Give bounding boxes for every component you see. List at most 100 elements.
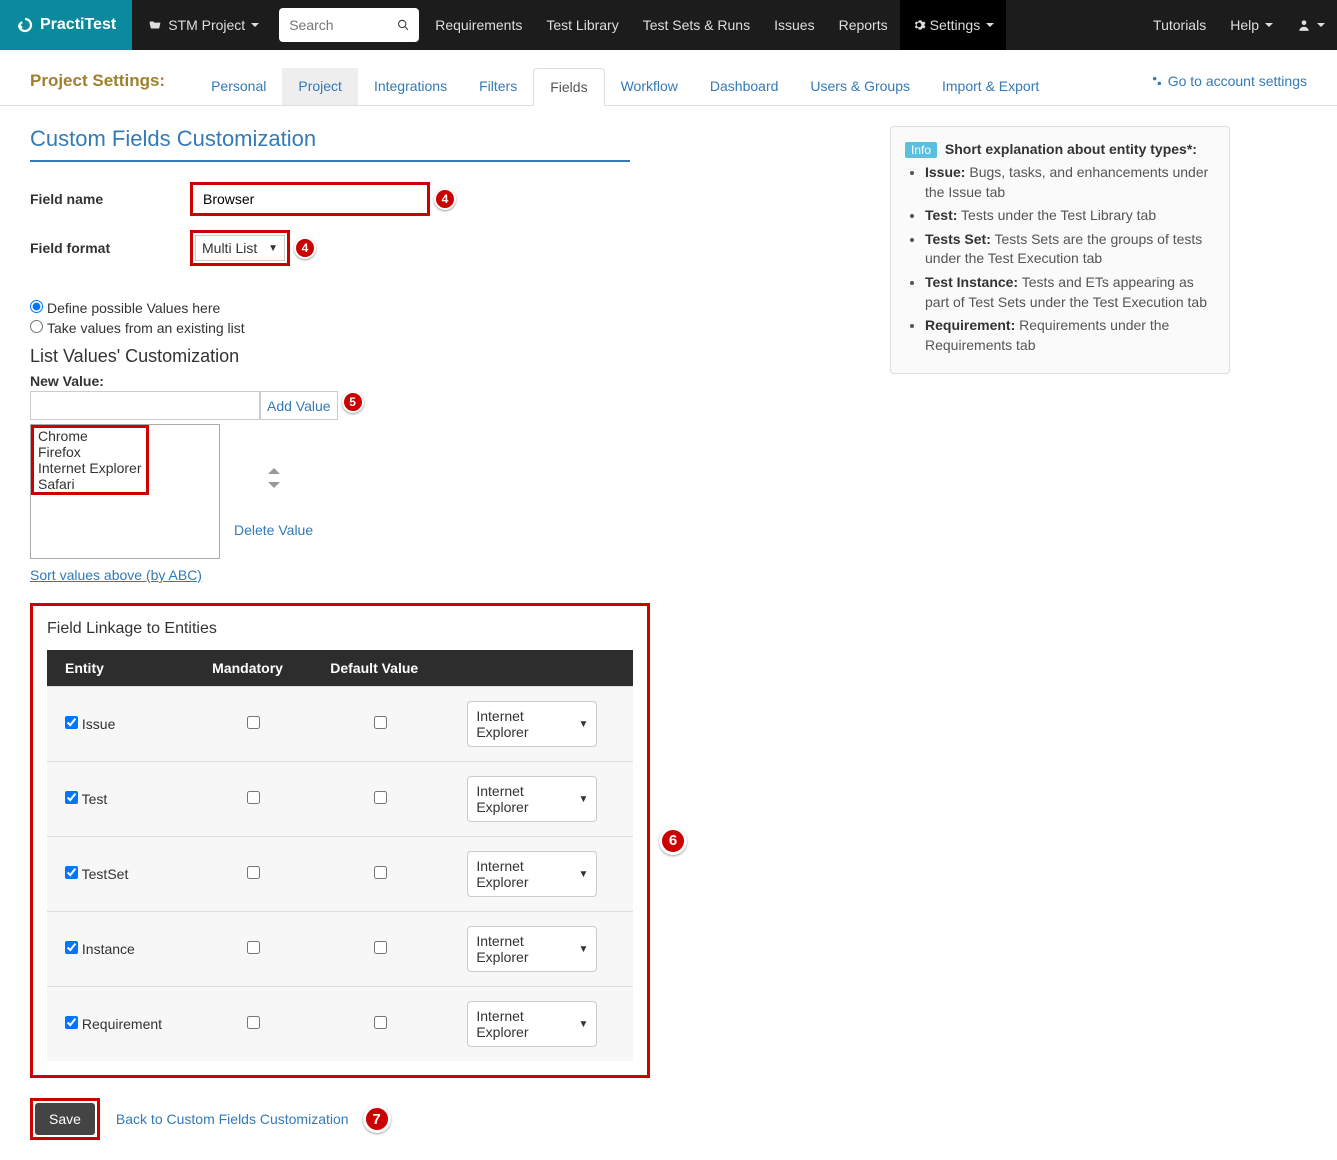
sub-nav: Project Settings: Personal Project Integ…: [0, 50, 1337, 106]
nav-user-menu[interactable]: [1285, 0, 1337, 50]
info-item: Issue: Bugs, tasks, and enhancements und…: [925, 163, 1215, 202]
delete-value-link[interactable]: Delete Value: [234, 522, 313, 538]
linkage-section: Field Linkage to Entities Entity Mandato…: [30, 603, 650, 1078]
list-item[interactable]: Chrome: [36, 428, 144, 444]
tab-import-export[interactable]: Import & Export: [926, 68, 1055, 105]
entity-label: Test: [82, 791, 108, 807]
table-row: RequirementInternet Explorer▼: [47, 987, 633, 1062]
subnav-title: Project Settings:: [30, 71, 165, 103]
field-format-value: Multi List: [202, 240, 257, 256]
search-box[interactable]: [279, 8, 419, 42]
entity-checkbox[interactable]: [65, 941, 78, 954]
default-checkbox[interactable]: [374, 716, 387, 729]
search-input[interactable]: [289, 17, 396, 33]
tab-users-groups[interactable]: Users & Groups: [794, 68, 926, 105]
move-down-icon[interactable]: [268, 482, 280, 488]
nav-test-library[interactable]: Test Library: [534, 0, 630, 50]
account-settings-label: Go to account settings: [1168, 73, 1307, 89]
add-value-button[interactable]: Add Value: [260, 391, 338, 420]
table-row: Test Internet Explorer▼: [47, 762, 633, 837]
mandatory-checkbox[interactable]: [247, 866, 260, 879]
default-value-select[interactable]: Internet Explorer▼: [467, 1001, 597, 1047]
move-up-icon[interactable]: [268, 468, 280, 474]
entity-label: TestSet: [82, 866, 129, 882]
field-format-select[interactable]: Multi List ▼: [195, 235, 285, 261]
col-entity: Entity: [47, 650, 194, 687]
logo-text: PractiTest: [40, 16, 116, 34]
tab-integrations[interactable]: Integrations: [358, 68, 463, 105]
sort-values-link[interactable]: Sort values above (by ABC): [30, 567, 202, 583]
default-checkbox[interactable]: [374, 791, 387, 804]
table-row: TestSet Internet Explorer▼: [47, 837, 633, 912]
tab-filters[interactable]: Filters: [463, 68, 533, 105]
back-link[interactable]: Back to Custom Fields Customization: [116, 1111, 349, 1127]
chevron-down-icon: ▼: [268, 243, 278, 254]
mandatory-checkbox[interactable]: [247, 716, 260, 729]
tab-fields[interactable]: Fields: [533, 68, 604, 106]
nav-help[interactable]: Help: [1218, 0, 1285, 50]
nav-settings[interactable]: Settings: [900, 0, 1007, 50]
radio-define-here[interactable]: Define possible Values here: [30, 300, 850, 316]
project-selector[interactable]: STM Project: [132, 17, 275, 33]
info-item: Test: Tests under the Test Library tab: [925, 206, 1215, 226]
default-value-text: Internet Explorer: [476, 933, 578, 965]
top-nav: PractiTest STM Project Requirements Test…: [0, 0, 1337, 50]
entity-checkbox[interactable]: [65, 791, 78, 804]
mandatory-checkbox[interactable]: [247, 941, 260, 954]
nav-tutorials[interactable]: Tutorials: [1141, 0, 1218, 50]
save-button[interactable]: Save: [35, 1103, 95, 1135]
linkage-table: Entity Mandatory Default Value IssueInte…: [47, 650, 633, 1061]
tab-dashboard[interactable]: Dashboard: [694, 68, 795, 105]
chevron-down-icon: ▼: [578, 719, 588, 730]
new-value-label: New Value:: [30, 373, 850, 389]
gear-icon: [912, 18, 926, 32]
default-value-text: Internet Explorer: [476, 783, 578, 815]
nav-testsets-runs[interactable]: Test Sets & Runs: [631, 0, 762, 50]
default-value-select[interactable]: Internet Explorer▼: [467, 776, 597, 822]
radio-existing-list-label: Take values from an existing list: [47, 320, 245, 336]
list-item[interactable]: Firefox: [36, 444, 144, 460]
entity-label: Issue: [82, 716, 115, 732]
default-value-select[interactable]: Internet Explorer▼: [467, 851, 597, 897]
linkage-heading: Field Linkage to Entities: [47, 620, 633, 638]
tab-workflow[interactable]: Workflow: [605, 68, 694, 105]
new-value-input[interactable]: [30, 391, 260, 420]
gears-icon: [1150, 74, 1164, 88]
caret-down-icon: [1317, 23, 1325, 27]
entity-checkbox[interactable]: [65, 1016, 78, 1029]
field-name-input[interactable]: [190, 182, 430, 216]
radio-define-here-input[interactable]: [30, 300, 43, 313]
list-item[interactable]: Safari: [36, 476, 144, 492]
user-icon: [1297, 18, 1311, 32]
chevron-down-icon: ▼: [578, 869, 588, 880]
values-listbox[interactable]: Chrome Firefox Internet Explorer Safari: [30, 424, 220, 559]
default-checkbox[interactable]: [374, 1016, 387, 1029]
tab-personal[interactable]: Personal: [195, 68, 282, 105]
nav-requirements[interactable]: Requirements: [423, 0, 534, 50]
radio-existing-list-input[interactable]: [30, 320, 43, 333]
radio-existing-list[interactable]: Take values from an existing list: [30, 320, 850, 336]
tab-project[interactable]: Project: [282, 68, 358, 105]
info-item: Test Instance: Tests and ETs appearing a…: [925, 273, 1215, 312]
list-values-heading: List Values' Customization: [30, 346, 850, 367]
logo[interactable]: PractiTest: [0, 0, 132, 50]
info-badge: Info: [905, 142, 937, 158]
mandatory-checkbox[interactable]: [247, 1016, 260, 1029]
caret-down-icon: [986, 23, 994, 27]
step-badge-7: 7: [363, 1105, 391, 1133]
nav-reports[interactable]: Reports: [827, 0, 900, 50]
caret-down-icon: [1265, 23, 1273, 27]
folder-open-icon: [148, 18, 162, 32]
entity-checkbox[interactable]: [65, 716, 78, 729]
default-value-select[interactable]: Internet Explorer▼: [467, 926, 597, 972]
logo-icon: [16, 16, 34, 34]
default-value-text: Internet Explorer: [476, 858, 578, 890]
mandatory-checkbox[interactable]: [247, 791, 260, 804]
go-to-account-settings[interactable]: Go to account settings: [1150, 73, 1307, 101]
default-checkbox[interactable]: [374, 941, 387, 954]
list-item[interactable]: Internet Explorer: [36, 460, 144, 476]
default-checkbox[interactable]: [374, 866, 387, 879]
default-value-select[interactable]: Internet Explorer▼: [467, 701, 597, 747]
entity-checkbox[interactable]: [65, 866, 78, 879]
nav-issues[interactable]: Issues: [762, 0, 826, 50]
